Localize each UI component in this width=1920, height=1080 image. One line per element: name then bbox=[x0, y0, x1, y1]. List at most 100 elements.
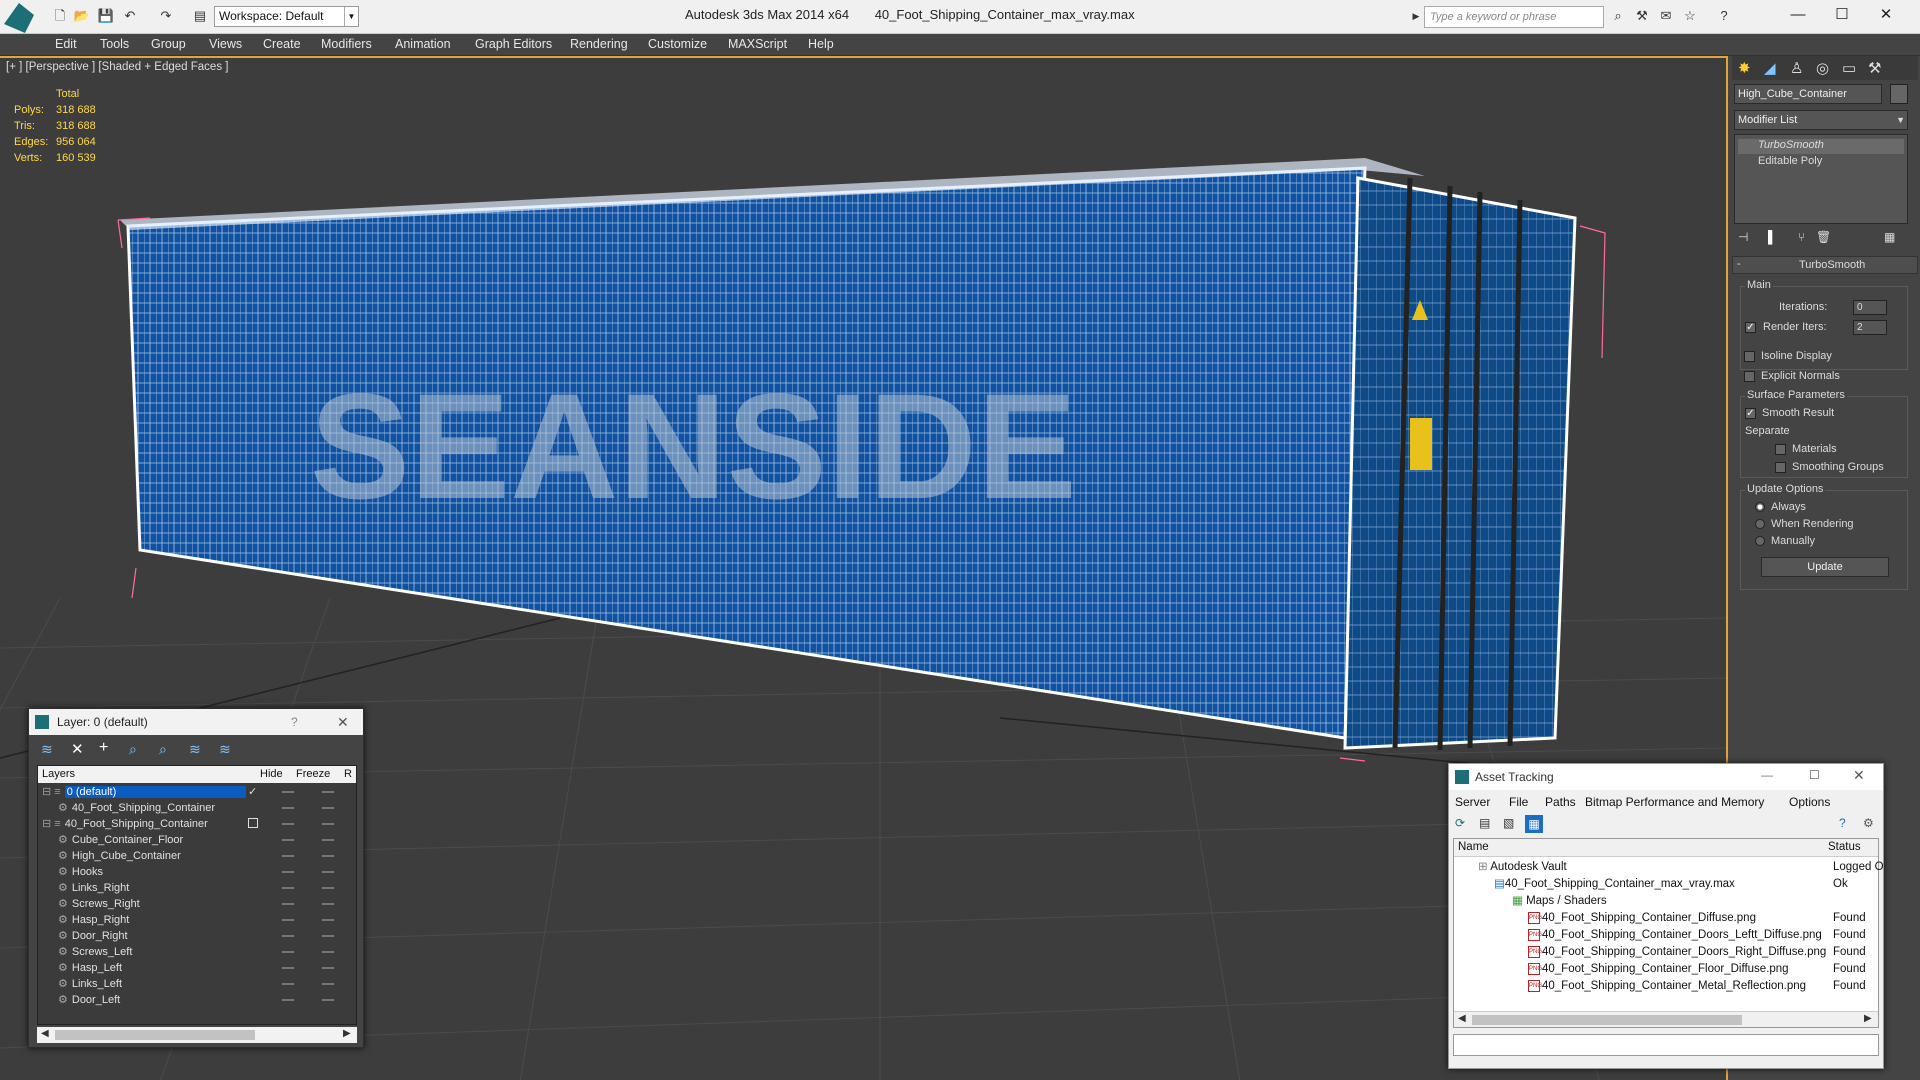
help-icon[interactable]: ? bbox=[1714, 6, 1734, 26]
asset-row[interactable]: ▦ Maps / Shaders bbox=[1460, 893, 1880, 910]
asset-row[interactable]: ⊞ Autodesk Vault Logged O bbox=[1460, 859, 1884, 876]
workspace-dropdown[interactable]: Workspace: Default ▼ bbox=[214, 6, 359, 27]
layer-row[interactable]: ⚙ 40_Foot_Shipping_Container bbox=[58, 800, 370, 816]
viewport-label[interactable]: [+ ] [Perspective ] [Shaded + Edged Face… bbox=[6, 61, 228, 73]
show-end-result-icon[interactable]: ▌ bbox=[1768, 230, 1777, 244]
asset-path-field[interactable] bbox=[1453, 1034, 1879, 1056]
always-radio[interactable]: Always bbox=[1755, 501, 1806, 513]
asset-window-titlebar[interactable]: Asset Tracking — ☐ ✕ bbox=[1449, 764, 1883, 790]
menu-help[interactable]: Help bbox=[808, 37, 834, 51]
pin-stack-icon[interactable]: ⊣ bbox=[1738, 230, 1748, 244]
scrollbar-thumb[interactable] bbox=[55, 1030, 255, 1040]
scroll-right-icon[interactable]: ▶ bbox=[343, 1028, 351, 1039]
asset-row[interactable]: PNG40_Foot_Shipping_Container_Doors_Righ… bbox=[1460, 944, 1880, 961]
active-layer-check-icon[interactable]: ✓ bbox=[248, 784, 257, 800]
menu-create[interactable]: Create bbox=[263, 37, 301, 51]
turbosmooth-rollout-header[interactable]: - TurboSmooth bbox=[1732, 256, 1918, 274]
modify-tab-icon[interactable]: ◢ bbox=[1764, 59, 1776, 77]
materials-checkbox[interactable]: Materials bbox=[1775, 443, 1837, 455]
menu-rendering[interactable]: Rendering bbox=[570, 37, 628, 51]
scroll-left-icon[interactable]: ◀ bbox=[41, 1028, 49, 1039]
asset-menu-server[interactable]: Server bbox=[1455, 795, 1490, 809]
save-icon[interactable]: 💾 bbox=[96, 6, 116, 26]
layer-active-box[interactable] bbox=[248, 818, 258, 828]
help-icon[interactable]: ? bbox=[1839, 816, 1846, 830]
smoothing-groups-checkbox[interactable]: Smoothing Groups bbox=[1775, 461, 1884, 473]
container-door-mesh[interactable] bbox=[1343, 176, 1577, 750]
asset-row[interactable]: PNG40_Foot_Shipping_Container_Metal_Refl… bbox=[1460, 978, 1880, 995]
asset-row[interactable]: PNG40_Foot_Shipping_Container_Diffuse.pn… bbox=[1460, 910, 1880, 927]
layer-row[interactable]: ⚙ Hasp_Right bbox=[58, 912, 370, 928]
scroll-right-icon[interactable]: ▶ bbox=[1864, 1013, 1872, 1024]
menu-maxscript[interactable]: MAXScript bbox=[728, 37, 787, 51]
help-icon[interactable]: ? bbox=[291, 709, 298, 735]
asset-row[interactable]: ▤40_Foot_Shipping_Container_max_vray.max… bbox=[1460, 876, 1880, 893]
freeze-all-icon[interactable]: ≋ bbox=[219, 741, 231, 758]
asset-row[interactable]: PNG40_Foot_Shipping_Container_Doors_Left… bbox=[1460, 927, 1880, 944]
asset-menu-paths[interactable]: Paths bbox=[1545, 795, 1576, 809]
column-freeze[interactable]: Freeze bbox=[296, 768, 330, 780]
menu-views[interactable]: Views bbox=[209, 37, 242, 51]
redo-icon[interactable]: ↷ bbox=[156, 6, 176, 26]
close-icon[interactable]: ✕ bbox=[1853, 767, 1865, 784]
when-rendering-radio[interactable]: When Rendering bbox=[1755, 518, 1854, 530]
menu-edit[interactable]: Edit bbox=[55, 37, 77, 51]
delete-layer-icon[interactable]: ✕ bbox=[71, 740, 84, 758]
make-unique-icon[interactable]: ⑂ bbox=[1798, 230, 1805, 244]
layer-row[interactable]: ⚙ Links_Right bbox=[58, 880, 370, 896]
column-name[interactable]: Name bbox=[1458, 841, 1489, 853]
stack-item-turbosmooth[interactable]: TurboSmooth bbox=[1738, 139, 1904, 154]
layer-row[interactable]: ⚙ Door_Right bbox=[58, 928, 370, 944]
menu-customize[interactable]: Customize bbox=[648, 37, 707, 51]
settings-icon[interactable]: ⚙ bbox=[1863, 816, 1874, 830]
hierarchy-tab-icon[interactable]: ♙ bbox=[1790, 59, 1803, 77]
menu-graph-editors[interactable]: Graph Editors bbox=[475, 37, 552, 51]
refresh-icon[interactable]: ⟳ bbox=[1455, 816, 1465, 830]
highlight-layer-icon[interactable]: ⌕ bbox=[159, 741, 167, 758]
isoline-checkbox[interactable]: Isoline Display bbox=[1744, 350, 1832, 362]
table-view-icon[interactable]: ▦ bbox=[1525, 815, 1543, 833]
layer-row[interactable]: ⚙ Cube_Container_Floor bbox=[58, 832, 370, 848]
maximize-icon[interactable]: ☐ bbox=[1809, 768, 1820, 782]
binoculars-icon[interactable]: ⌕ bbox=[1608, 6, 1628, 26]
project-folder-icon[interactable]: ▤ bbox=[190, 6, 210, 26]
layer-row[interactable]: ⊟ ≡ 0 (default) ✓ bbox=[42, 784, 354, 800]
layer-row[interactable]: ⚙ Hooks bbox=[58, 864, 370, 880]
asset-menu-bitmap[interactable]: Bitmap Performance and Memory bbox=[1585, 795, 1764, 809]
menu-modifiers[interactable]: Modifiers bbox=[321, 37, 372, 51]
layer-horizontal-scrollbar[interactable]: ◀ ▶ bbox=[37, 1027, 357, 1043]
create-tab-icon[interactable]: ✸ bbox=[1738, 59, 1751, 77]
minimize-icon[interactable]: — bbox=[1780, 4, 1816, 26]
render-iters-checkbox[interactable]: ✓ bbox=[1745, 321, 1762, 333]
column-render[interactable]: R bbox=[344, 768, 352, 780]
select-objects-icon[interactable]: ⌕ bbox=[129, 741, 137, 758]
search-input[interactable]: Type a keyword or phrase bbox=[1424, 6, 1604, 28]
app-logo-icon[interactable] bbox=[4, 3, 34, 33]
hide-all-icon[interactable]: ≋ bbox=[189, 741, 201, 758]
maximize-icon[interactable]: ☐ bbox=[1824, 4, 1860, 26]
update-button[interactable]: Update bbox=[1761, 557, 1889, 577]
remove-modifier-icon[interactable]: 🗑 bbox=[1816, 230, 1831, 244]
manually-radio[interactable]: Manually bbox=[1755, 535, 1815, 547]
render-iters-spinner[interactable]: 2 bbox=[1853, 320, 1887, 335]
layer-window-titlebar[interactable]: Layer: 0 (default) ? ✕ bbox=[29, 709, 363, 735]
explicit-normals-checkbox[interactable]: Explicit Normals bbox=[1744, 370, 1840, 382]
layer-row[interactable]: ⚙ High_Cube_Container bbox=[58, 848, 370, 864]
expand-search-icon[interactable]: ▶ bbox=[1410, 6, 1422, 26]
stack-item-editable-poly[interactable]: Editable Poly bbox=[1738, 155, 1822, 167]
close-icon[interactable]: ✕ bbox=[1868, 4, 1904, 26]
asset-horizontal-scrollbar[interactable]: ◀ ▶ bbox=[1454, 1011, 1878, 1027]
menu-animation[interactable]: Animation bbox=[395, 37, 451, 51]
iterations-spinner[interactable]: 0 bbox=[1853, 300, 1887, 315]
smooth-result-checkbox[interactable]: ✓ Smooth Result bbox=[1745, 407, 1834, 419]
asset-row[interactable]: PNG40_Foot_Shipping_Container_Floor_Diff… bbox=[1460, 961, 1880, 978]
display-tab-icon[interactable]: ▭ bbox=[1842, 59, 1856, 77]
layer-row[interactable]: ⚙ Hasp_Left bbox=[58, 960, 370, 976]
object-color-swatch[interactable] bbox=[1890, 84, 1908, 104]
column-hide[interactable]: Hide bbox=[260, 768, 283, 780]
layer-row[interactable]: ⊟ ≡ 40_Foot_Shipping_Container bbox=[42, 816, 354, 832]
undo-icon[interactable]: ↶ bbox=[120, 6, 140, 26]
new-layer-icon[interactable]: ≋ bbox=[41, 741, 53, 758]
layer-row[interactable]: ⚙ Links_Left bbox=[58, 976, 370, 992]
favorites-star-icon[interactable]: ☆ bbox=[1680, 6, 1700, 26]
